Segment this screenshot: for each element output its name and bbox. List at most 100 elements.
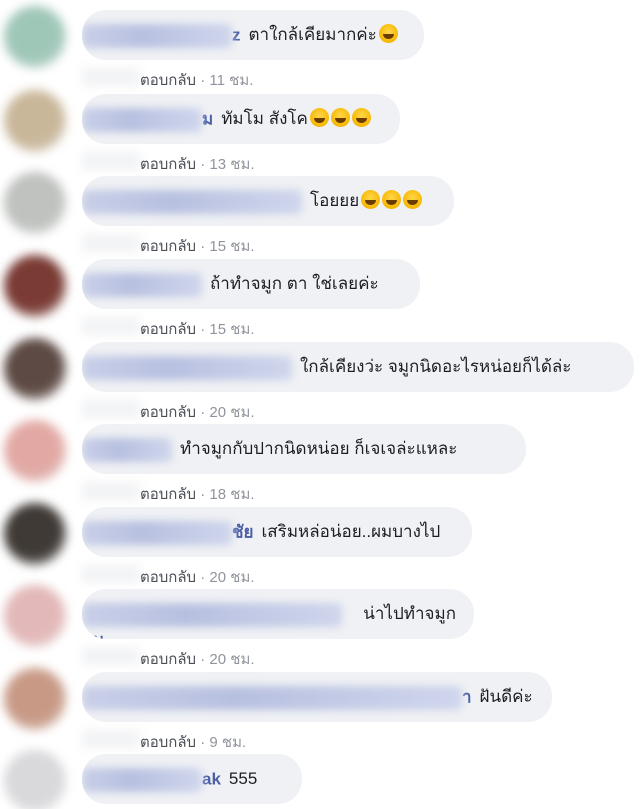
avatar[interactable] <box>4 6 66 68</box>
avatar[interactable] <box>4 750 66 809</box>
avatar[interactable] <box>4 255 66 317</box>
separator-dot: · <box>196 321 210 338</box>
comment-author-name[interactable]: ชัย <box>82 519 254 545</box>
comment-timestamp[interactable]: 15 ชม. <box>209 321 254 338</box>
comment-item: ถ้าทำจมูก ตา ใช่เลยค่ะตอบกลับ · 15 ชม. <box>0 255 640 338</box>
avatar[interactable] <box>4 90 66 152</box>
grin-emoji <box>309 108 329 127</box>
reply-link[interactable]: ตอบกลับ <box>140 321 196 338</box>
comment-author-name[interactable] <box>82 188 302 214</box>
separator-dot: · <box>196 651 210 668</box>
grin-emoji <box>351 108 371 127</box>
avatar[interactable] <box>4 585 66 647</box>
author-name-visible-part: ชัย <box>232 522 254 542</box>
comment-bubble: ทำจมูกกับปากนิดหน่อย ก็เจเจล่ะแหละ <box>82 424 526 474</box>
avatar[interactable] <box>4 338 66 400</box>
grin-emoji <box>378 24 398 43</box>
comment-text-content: เสริมหล่อน่อย..ผมบางไป <box>261 522 441 541</box>
author-name-blurred <box>82 767 202 792</box>
comment-author-name[interactable]: ak <box>82 766 221 792</box>
comment-item: ชัย เสริมหล่อน่อย..ผมบางไป ตอบกลับ · 20 ชม… <box>0 503 640 586</box>
author-name-blurred <box>82 272 202 297</box>
reply-link[interactable]: ตอบกลับ <box>140 569 196 586</box>
author-name-visible-part: ak <box>202 769 221 789</box>
reply-link[interactable]: ตอบกลับ <box>140 404 196 421</box>
comment-timestamp[interactable]: 9 ชม. <box>209 734 246 751</box>
author-name-blurred <box>82 107 202 132</box>
reply-link[interactable]: ตอบกลับ <box>140 651 196 668</box>
separator-dot: · <box>196 238 210 255</box>
comment-item: บบ น่าไปทำจมูกตอบกลับ · 20 ชม. <box>0 585 640 668</box>
author-name-blurred <box>82 23 232 48</box>
comment-timestamp[interactable]: 18 ชม. <box>209 486 254 503</box>
comment-text: ฝันดีค่ะ <box>480 684 533 710</box>
blur-overlay <box>82 482 140 500</box>
blur-overlay <box>82 565 140 583</box>
avatar[interactable] <box>4 668 66 730</box>
avatar[interactable] <box>4 420 66 482</box>
laugh-cry-emoji <box>382 190 402 209</box>
author-name-blurred <box>82 520 232 545</box>
comment-author-name[interactable] <box>82 271 202 297</box>
comment-text-content: โอยยย <box>310 191 360 210</box>
laugh-cry-emoji <box>403 190 423 209</box>
separator-dot: · <box>196 404 210 421</box>
reply-link[interactable]: ตอบกลับ <box>140 72 196 89</box>
blur-overlay <box>82 730 140 748</box>
comment-author-name[interactable]: า <box>82 684 472 710</box>
comment-text-content: ฝันดีค่ะ <box>479 687 533 706</box>
comment-text-content: ถ้าทำจมูก ตา ใช่เลยค่ะ <box>210 274 379 293</box>
comment-bubble: ใกล้เคียงว่ะ จมูกนิดอะไรหน่อยก็ได้ล่ะ <box>82 342 634 392</box>
comment-timestamp[interactable]: 13 ชม. <box>209 156 254 173</box>
comment-text: ถ้าทำจมูก ตา ใช่เลยค่ะ <box>210 271 379 297</box>
comment-text: 555 <box>229 766 257 792</box>
comment-timestamp[interactable]: 20 ชม. <box>209 569 254 586</box>
comment-bubble: ชัย เสริมหล่อน่อย..ผมบางไป <box>82 507 472 557</box>
reply-link[interactable]: ตอบกลับ <box>140 156 196 173</box>
separator-dot: · <box>196 734 210 751</box>
blur-overlay <box>82 317 140 335</box>
reply-link[interactable]: ตอบกลับ <box>140 486 196 503</box>
comment-timestamp[interactable]: 11 ชม. <box>209 72 253 89</box>
comment-meta: ตอบกลับ · 11 ชม. <box>140 68 253 92</box>
comment-timestamp[interactable]: 20 ชม. <box>209 651 254 668</box>
author-name-visible-part: ม <box>202 109 214 129</box>
comment-text-content: น่าไปทำจมูก <box>363 604 456 623</box>
comment-item: ak 555 <box>0 750 640 809</box>
comment-author-name[interactable] <box>82 436 172 462</box>
author-name-blurred <box>82 437 172 462</box>
comment-text: ตาใกล้เคียมากค่ะ <box>249 22 398 48</box>
comment-timestamp[interactable]: 15 ชม. <box>209 238 254 255</box>
comment-item: า ฝันดีค่ะตอบกลับ · 9 ชม. <box>0 668 640 751</box>
avatar[interactable] <box>4 172 66 234</box>
avatar[interactable] <box>4 503 66 565</box>
comment-item: z ตาใกล้เคียมากค่ะตอบกลับ · 11 ชม. <box>0 6 640 89</box>
comment-text-content: 555 <box>228 769 258 788</box>
comment-text: น่าไปทำจมูก <box>363 601 456 627</box>
comment-item: ม ทัมโม สังโค ตอบกลับ · 13 ชม. <box>0 90 640 173</box>
comment-text-content: ทัมโม สังโค <box>221 109 308 128</box>
author-name-blurred <box>82 189 302 214</box>
comment-bubble: ถ้าทำจมูก ตา ใช่เลยค่ะ <box>82 259 420 309</box>
comment-author-name[interactable] <box>82 354 292 380</box>
author-name-blurred <box>82 685 462 710</box>
blur-overlay <box>82 68 140 86</box>
comment-text: ทัมโม สังโค <box>221 106 371 132</box>
author-name-visible-part: z <box>232 25 241 45</box>
grin-emoji <box>330 108 350 127</box>
author-name-visible-part: า <box>462 687 472 707</box>
comment-author-name[interactable]: ม <box>82 106 213 132</box>
separator-dot: · <box>196 72 210 89</box>
comment-bubble: z ตาใกล้เคียมากค่ะ <box>82 10 424 60</box>
reply-link[interactable]: ตอบกลับ <box>140 238 196 255</box>
comment-bubble: ม ทัมโม สังโค <box>82 94 400 144</box>
comment-timestamp[interactable]: 20 ชม. <box>209 404 254 421</box>
comment-author-name[interactable]: บบ <box>82 601 355 639</box>
comment-author-name[interactable]: z <box>82 22 241 48</box>
comment-item: โอยยยตอบกลับ · 15 ชม. <box>0 172 640 255</box>
comment-item: ใกล้เคียงว่ะ จมูกนิดอะไรหน่อยก็ได้ล่ะตอบ… <box>0 338 640 421</box>
comment-text-content: ใกล้เคียงว่ะ จมูกนิดอะไรหน่อยก็ได้ล่ะ <box>300 357 572 376</box>
comment-text: โอยยย <box>310 188 423 214</box>
reply-link[interactable]: ตอบกลับ <box>140 734 196 751</box>
comment-text: ใกล้เคียงว่ะ จมูกนิดอะไรหน่อยก็ได้ล่ะ <box>300 354 571 380</box>
